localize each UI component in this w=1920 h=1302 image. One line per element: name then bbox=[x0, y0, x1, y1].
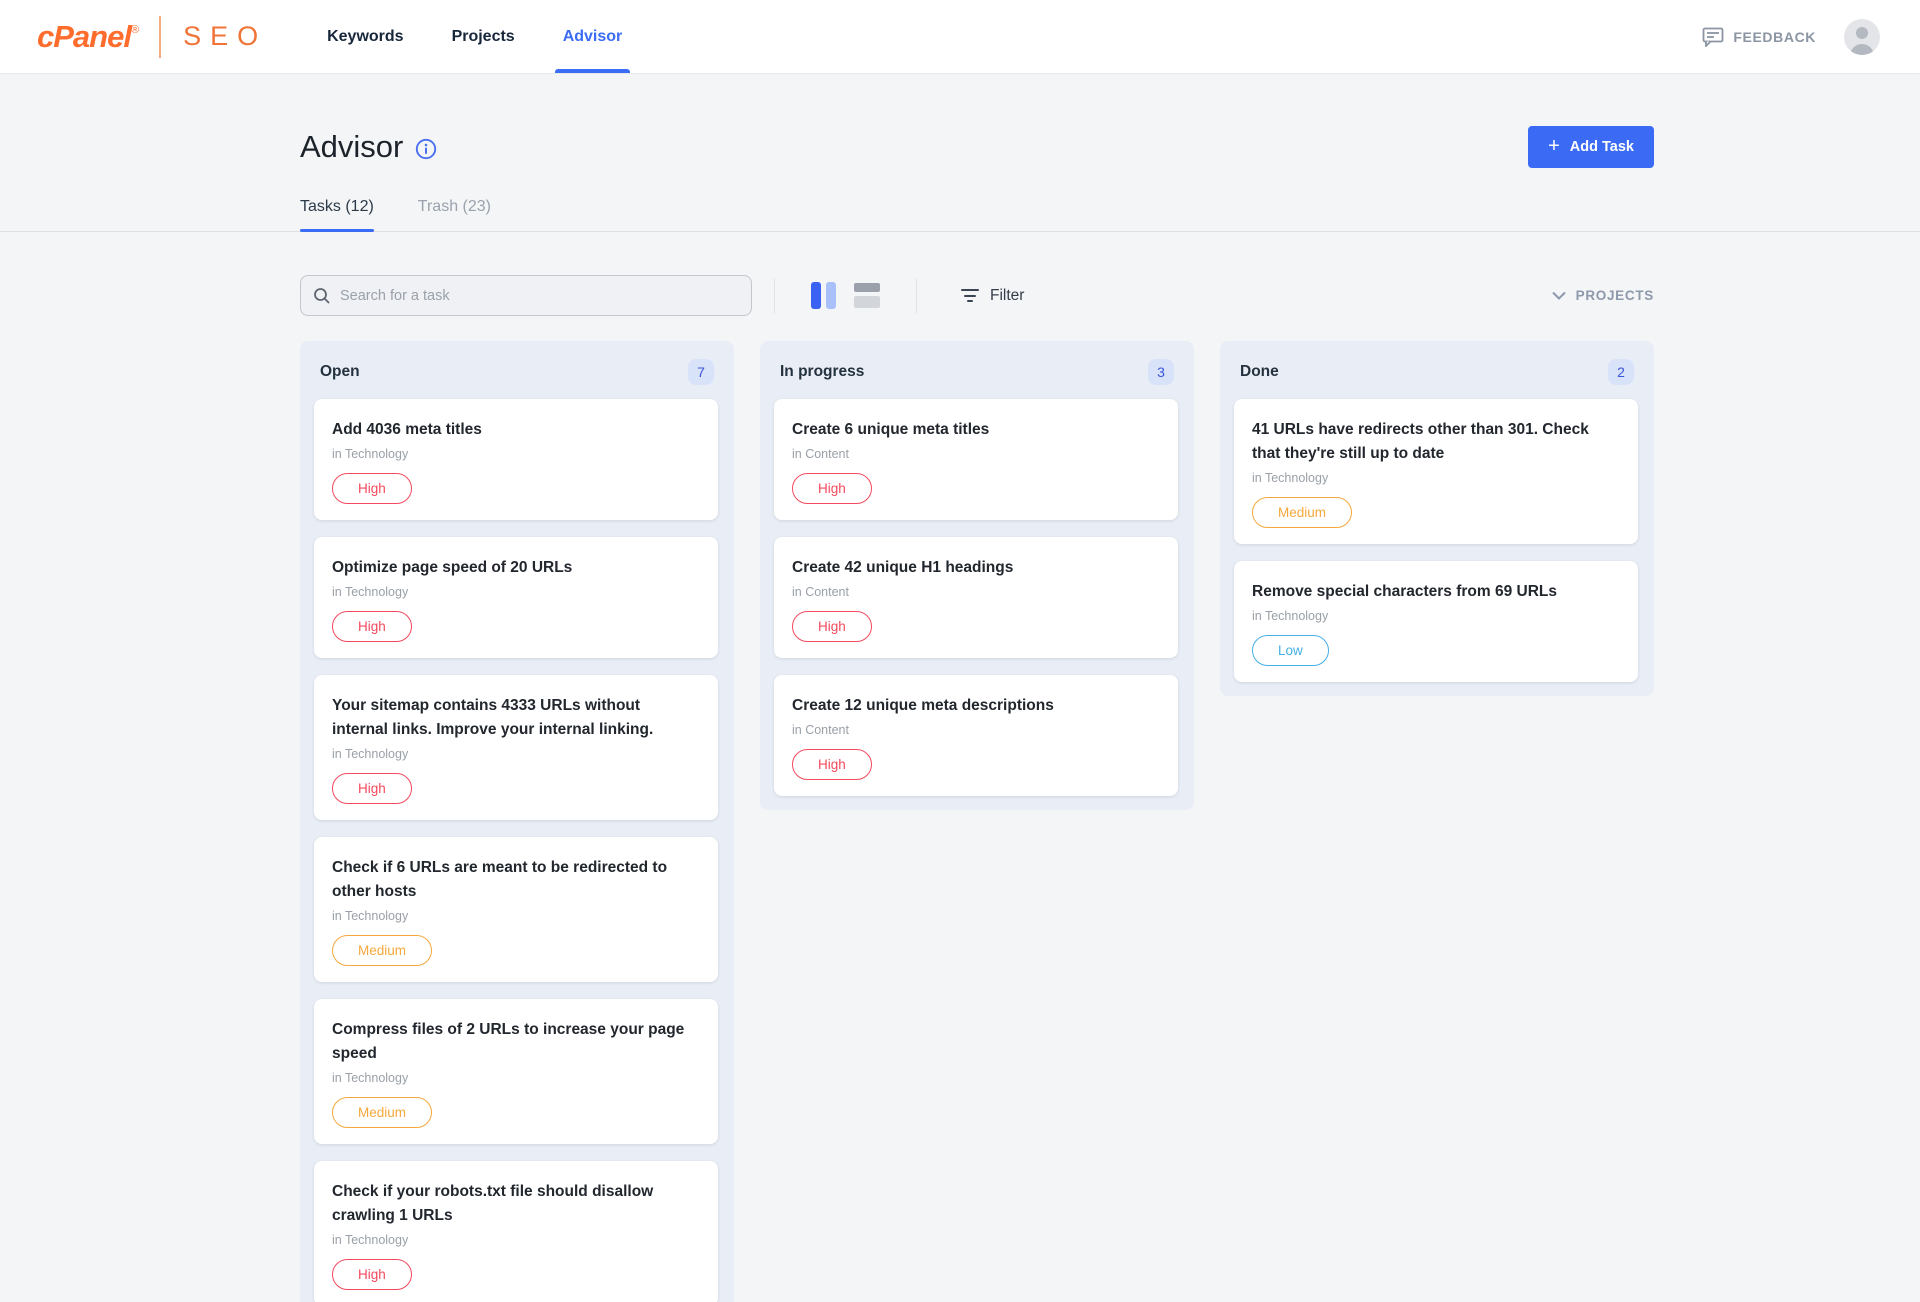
plus-icon: + bbox=[1548, 136, 1560, 156]
brand-divider bbox=[159, 16, 161, 58]
column-header: Open 7 bbox=[314, 353, 718, 399]
task-card[interactable]: Compress files of 2 URLs to increase you… bbox=[314, 999, 718, 1144]
column-card-list: Add 4036 meta titles in Technology High … bbox=[314, 399, 718, 1302]
task-project: in Content bbox=[792, 585, 1160, 599]
task-card[interactable]: Create 42 unique H1 headings in Content … bbox=[774, 537, 1178, 658]
task-title: Remove special characters from 69 URLs bbox=[1252, 580, 1620, 604]
task-project: in Technology bbox=[332, 447, 700, 461]
board-column: Done 2 41 URLs have redirects other than… bbox=[1220, 341, 1654, 696]
board-toolbar: Filter PROJECTS bbox=[300, 275, 1654, 316]
task-project: in Technology bbox=[332, 1233, 700, 1247]
priority-badge: High bbox=[332, 773, 412, 804]
task-card[interactable]: Create 12 unique meta descriptions in Co… bbox=[774, 675, 1178, 796]
filter-icon bbox=[961, 289, 979, 302]
add-task-label: Add Task bbox=[1570, 139, 1634, 155]
projects-label: PROJECTS bbox=[1576, 288, 1654, 303]
seo-wordmark: SEO bbox=[183, 21, 267, 52]
feedback-bubble-icon bbox=[1702, 27, 1724, 47]
task-card[interactable]: Remove special characters from 69 URLs i… bbox=[1234, 561, 1638, 682]
tab-tasks[interactable]: Tasks (12) bbox=[300, 198, 374, 231]
tab-bar: Tasks (12) Trash (23) bbox=[300, 198, 1654, 231]
task-card[interactable]: Optimize page speed of 20 URLs in Techno… bbox=[314, 537, 718, 658]
task-title: Optimize page speed of 20 URLs bbox=[332, 556, 700, 580]
column-header: In progress 3 bbox=[774, 353, 1178, 399]
add-task-button[interactable]: + Add Task bbox=[1528, 126, 1654, 168]
task-project: in Technology bbox=[332, 585, 700, 599]
priority-badge: High bbox=[332, 611, 412, 642]
board-column: Open 7 Add 4036 meta titles in Technolog… bbox=[300, 341, 734, 1302]
filter-label: Filter bbox=[990, 287, 1024, 305]
user-avatar[interactable] bbox=[1844, 19, 1880, 55]
column-title: Done bbox=[1240, 363, 1279, 381]
column-card-list: Create 6 unique meta titles in Content H… bbox=[774, 399, 1178, 796]
nav-item-advisor[interactable]: Advisor bbox=[563, 0, 623, 73]
priority-badge: High bbox=[792, 473, 872, 504]
toolbar-divider bbox=[916, 279, 917, 313]
task-title: Create 6 unique meta titles bbox=[792, 418, 1160, 442]
projects-dropdown[interactable]: PROJECTS bbox=[1552, 288, 1654, 303]
task-card[interactable]: Create 6 unique meta titles in Content H… bbox=[774, 399, 1178, 520]
task-card[interactable]: Check if 6 URLs are meant to be redirect… bbox=[314, 837, 718, 982]
task-card[interactable]: Check if your robots.txt file should dis… bbox=[314, 1161, 718, 1302]
priority-badge: Medium bbox=[332, 935, 432, 966]
priority-badge: High bbox=[792, 749, 872, 780]
task-title: Create 42 unique H1 headings bbox=[792, 556, 1160, 580]
top-nav: cPanel ® SEO Keywords Projects Advisor F… bbox=[0, 0, 1920, 74]
task-title: Check if 6 URLs are meant to be redirect… bbox=[332, 856, 700, 904]
search-icon bbox=[313, 287, 331, 305]
task-project: in Technology bbox=[332, 909, 700, 923]
brand-logo: cPanel ® SEO bbox=[37, 16, 267, 58]
task-project: in Technology bbox=[332, 747, 700, 761]
task-project: in Content bbox=[792, 447, 1160, 461]
column-count-badge: 2 bbox=[1608, 359, 1634, 385]
priority-badge: Medium bbox=[1252, 497, 1352, 528]
chevron-down-icon bbox=[1552, 291, 1566, 300]
task-title: 41 URLs have redirects other than 301. C… bbox=[1252, 418, 1620, 466]
nav-item-keywords[interactable]: Keywords bbox=[327, 0, 403, 73]
task-card[interactable]: 41 URLs have redirects other than 301. C… bbox=[1234, 399, 1638, 544]
task-title: Compress files of 2 URLs to increase you… bbox=[332, 1018, 700, 1066]
priority-badge: High bbox=[332, 1259, 412, 1290]
column-header: Done 2 bbox=[1234, 353, 1638, 399]
task-card[interactable]: Your sitemap contains 4333 URLs without … bbox=[314, 675, 718, 820]
column-title: Open bbox=[320, 363, 360, 381]
column-title: In progress bbox=[780, 363, 864, 381]
search-input[interactable] bbox=[340, 288, 739, 304]
filter-button[interactable]: Filter bbox=[961, 287, 1024, 305]
task-title: Your sitemap contains 4333 URLs without … bbox=[332, 694, 700, 742]
priority-badge: High bbox=[792, 611, 872, 642]
feedback-button[interactable]: FEEDBACK bbox=[1702, 27, 1816, 47]
column-count-badge: 3 bbox=[1148, 359, 1174, 385]
cpanel-logo: cPanel bbox=[37, 19, 131, 55]
task-search[interactable] bbox=[300, 275, 752, 316]
info-icon[interactable] bbox=[415, 138, 437, 160]
task-project: in Technology bbox=[1252, 609, 1620, 623]
task-project: in Technology bbox=[332, 1071, 700, 1085]
registered-mark: ® bbox=[131, 24, 139, 36]
task-title: Add 4036 meta titles bbox=[332, 418, 700, 442]
main-nav: Keywords Projects Advisor bbox=[327, 0, 622, 73]
column-card-list: 41 URLs have redirects other than 301. C… bbox=[1234, 399, 1638, 682]
priority-badge: Medium bbox=[332, 1097, 432, 1128]
task-card[interactable]: Add 4036 meta titles in Technology High bbox=[314, 399, 718, 520]
task-title: Check if your robots.txt file should dis… bbox=[332, 1180, 700, 1228]
column-count-badge: 7 bbox=[688, 359, 714, 385]
feedback-label: FEEDBACK bbox=[1733, 29, 1816, 45]
task-project: in Content bbox=[792, 723, 1160, 737]
task-title: Create 12 unique meta descriptions bbox=[792, 694, 1160, 718]
kanban-view-toggle[interactable] bbox=[811, 282, 836, 309]
priority-badge: Low bbox=[1252, 635, 1329, 666]
toolbar-divider bbox=[774, 279, 775, 313]
task-project: in Technology bbox=[1252, 471, 1620, 485]
list-view-toggle[interactable] bbox=[854, 283, 880, 308]
tab-trash[interactable]: Trash (23) bbox=[418, 198, 491, 231]
priority-badge: High bbox=[332, 473, 412, 504]
page-title: Advisor bbox=[300, 129, 403, 165]
board-column: In progress 3 Create 6 unique meta title… bbox=[760, 341, 1194, 810]
nav-item-projects[interactable]: Projects bbox=[452, 0, 515, 73]
kanban-board: Open 7 Add 4036 meta titles in Technolog… bbox=[300, 341, 1654, 1302]
